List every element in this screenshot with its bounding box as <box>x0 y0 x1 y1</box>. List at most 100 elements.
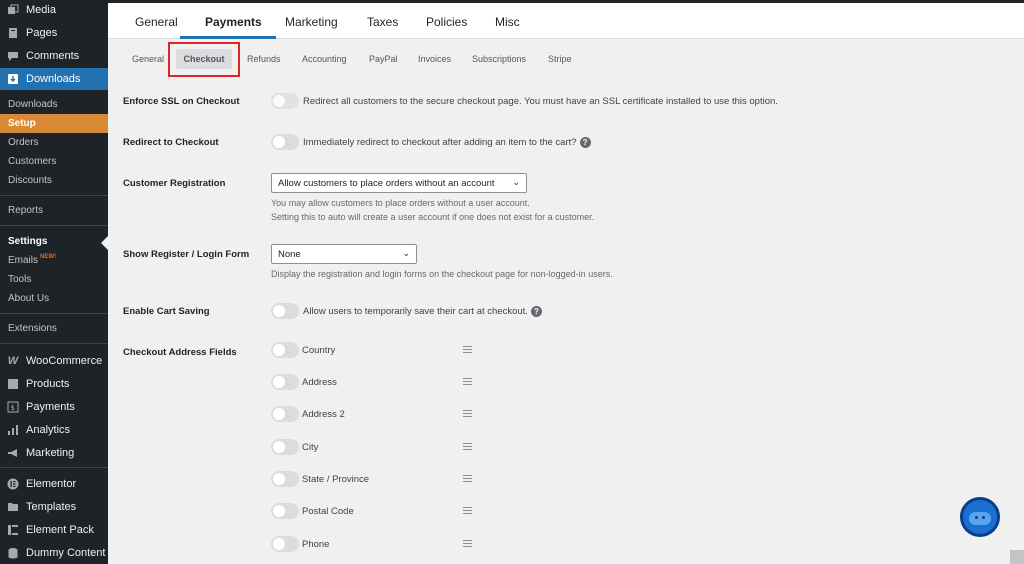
payments-icon: $ <box>6 400 20 414</box>
drag-handle-icon[interactable] <box>463 475 472 484</box>
subtab-general[interactable]: General <box>132 54 164 64</box>
analytics-icon <box>6 423 20 437</box>
address-2-toggle[interactable] <box>271 406 299 422</box>
drag-handle-icon[interactable] <box>463 410 472 419</box>
help-icon[interactable]: ? <box>579 137 591 148</box>
menu-templates[interactable]: Templates <box>0 496 108 518</box>
menu-element-pack[interactable]: Element Pack <box>0 519 108 541</box>
login-form-select[interactable]: None ⌄ <box>271 244 417 264</box>
subtab-invoices[interactable]: Invoices <box>418 54 451 64</box>
menu-products[interactable]: Products <box>0 373 108 395</box>
menu-elementor[interactable]: Elementor <box>0 473 108 495</box>
registration-label: Customer Registration <box>123 178 226 189</box>
robot-icon <box>969 512 991 525</box>
state-toggle[interactable] <box>271 471 299 487</box>
ssl-description: Redirect all customers to the secure che… <box>303 96 778 107</box>
submenu-emails[interactable]: Emails NEW! <box>0 251 108 270</box>
registration-note: You may allow customers to place orders … <box>271 198 530 208</box>
postal-code-toggle[interactable] <box>271 503 299 519</box>
field-phone: Phone <box>302 539 330 550</box>
address-fields-label: Checkout Address Fields <box>123 347 237 358</box>
current-page-arrow <box>101 236 108 250</box>
chevron-down-icon: ⌄ <box>402 248 410 258</box>
subtab-subscriptions[interactable]: Subscriptions <box>472 54 526 64</box>
products-icon <box>6 377 20 391</box>
menu-media[interactable]: Media <box>0 0 108 21</box>
field-address-2: Address 2 <box>302 409 345 420</box>
subtab-stripe[interactable]: Stripe <box>548 54 572 64</box>
menu-pages-label: Pages <box>26 27 58 39</box>
ssl-label: Enforce SSL on Checkout <box>123 96 240 107</box>
tab-payments[interactable]: Payments <box>205 15 262 29</box>
submenu-setup[interactable]: Setup <box>0 114 108 133</box>
pages-icon <box>6 26 20 40</box>
drag-handle-icon[interactable] <box>463 346 472 355</box>
subtab-paypal[interactable]: PayPal <box>369 54 398 64</box>
submenu-customers[interactable]: Customers <box>0 152 108 171</box>
login-form-note: Display the registration and login forms… <box>271 269 613 279</box>
comments-icon <box>6 49 20 63</box>
menu-marketing[interactable]: Marketing <box>0 442 108 464</box>
tab-marketing[interactable]: Marketing <box>285 15 338 29</box>
templates-icon <box>6 500 20 514</box>
menu-comments-label: Comments <box>26 50 80 62</box>
tab-taxes[interactable]: Taxes <box>367 15 398 29</box>
drag-handle-icon[interactable] <box>463 507 472 516</box>
tab-misc[interactable]: Misc <box>495 15 520 29</box>
registration-select[interactable]: Allow customers to place orders without … <box>271 173 527 193</box>
tab-policies[interactable]: Policies <box>426 15 467 29</box>
media-icon <box>6 3 20 17</box>
menu-pages[interactable]: Pages <box>0 22 108 44</box>
menu-analytics[interactable]: Analytics <box>0 419 108 441</box>
redirect-label: Redirect to Checkout <box>123 137 219 148</box>
sidebar-divider <box>0 225 108 226</box>
menu-downloads-label: Downloads <box>26 73 81 85</box>
svg-text:$: $ <box>11 404 15 412</box>
element-pack-icon <box>6 523 20 537</box>
menu-comments[interactable]: Comments <box>0 45 108 67</box>
resize-corner-icon <box>1010 550 1024 564</box>
submenu-about-us[interactable]: About Us <box>0 289 108 308</box>
menu-payments[interactable]: $ Payments <box>0 396 108 418</box>
sidebar-divider <box>0 467 108 468</box>
redirect-toggle[interactable] <box>271 134 299 150</box>
submenu-downloads[interactable]: Downloads <box>0 95 108 114</box>
cart-saving-toggle[interactable] <box>271 303 299 319</box>
admin-bar-edge <box>108 0 1024 3</box>
sidebar-divider <box>0 313 108 314</box>
help-icon[interactable]: ? <box>530 306 542 317</box>
field-country: Country <box>302 345 336 356</box>
drag-handle-icon[interactable] <box>463 378 472 387</box>
tab-general[interactable]: General <box>135 15 178 29</box>
menu-woocommerce[interactable]: W WooCommerce <box>0 350 108 372</box>
drag-handle-icon[interactable] <box>463 540 472 549</box>
city-toggle[interactable] <box>271 439 299 455</box>
woocommerce-icon: W <box>7 355 19 367</box>
chat-assistant-button[interactable] <box>960 497 1000 537</box>
ssl-toggle[interactable] <box>271 93 299 109</box>
registration-note-2: Setting this to auto will create a user … <box>271 212 595 222</box>
admin-sidebar: Media Pages Comments Downloads Downloads… <box>0 0 108 564</box>
active-tab-indicator <box>180 36 276 39</box>
country-toggle[interactable] <box>271 342 299 358</box>
submenu-extensions[interactable]: Extensions <box>0 319 108 338</box>
cart-saving-description: Allow users to temporarily save their ca… <box>303 306 542 317</box>
elementor-icon <box>6 477 20 491</box>
field-address: Address <box>302 377 337 388</box>
login-form-label: Show Register / Login Form <box>123 249 250 260</box>
submenu-reports[interactable]: Reports <box>0 201 108 220</box>
highlight-box <box>168 42 240 77</box>
menu-dummy-content[interactable]: Dummy Content <box>0 542 108 564</box>
subtab-accounting[interactable]: Accounting <box>302 54 347 64</box>
submenu-tools[interactable]: Tools <box>0 270 108 289</box>
menu-downloads[interactable]: Downloads <box>0 68 108 90</box>
drag-handle-icon[interactable] <box>463 443 472 452</box>
submenu-settings[interactable]: Settings <box>0 232 108 251</box>
field-city: City <box>302 442 319 453</box>
cart-saving-label: Enable Cart Saving <box>123 306 210 317</box>
subtab-refunds[interactable]: Refunds <box>247 54 281 64</box>
submenu-discounts[interactable]: Discounts <box>0 171 108 190</box>
submenu-orders[interactable]: Orders <box>0 133 108 152</box>
phone-toggle[interactable] <box>271 536 299 552</box>
address-toggle[interactable] <box>271 374 299 390</box>
